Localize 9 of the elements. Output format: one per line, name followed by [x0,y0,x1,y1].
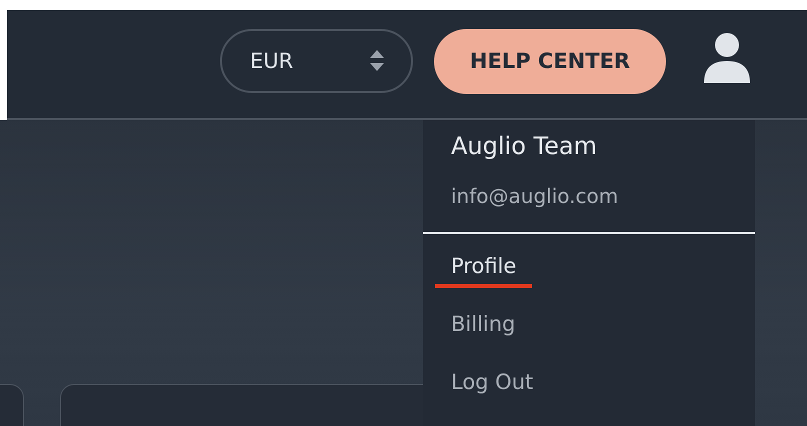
menu-item[interactable]: Billing [435,308,532,346]
user-name: Auglio Team [450,131,598,162]
help-center-button[interactable]: HELP CENTER [434,28,666,94]
user-email: info@auglio.com [423,172,755,234]
user-avatar-icon[interactable] [704,33,750,83]
currency-select[interactable]: EUR [220,29,413,93]
menu-item[interactable]: Log Out [435,366,550,404]
menu-item[interactable]: Profile [435,250,532,288]
up-down-arrows-icon [369,49,385,73]
